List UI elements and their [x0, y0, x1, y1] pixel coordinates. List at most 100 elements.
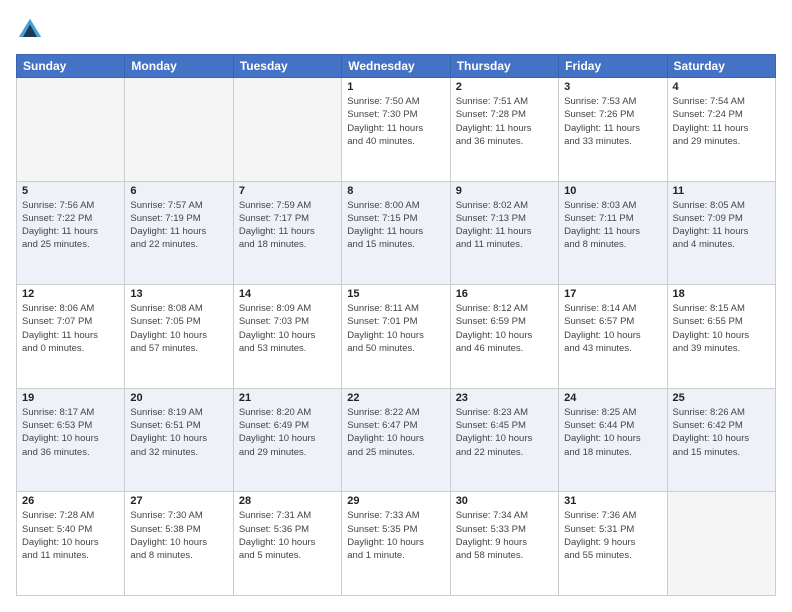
day-number: 6 — [130, 185, 227, 197]
day-info: Sunrise: 8:26 AM Sunset: 6:42 PM Dayligh… — [673, 406, 770, 459]
day-number: 10 — [564, 185, 661, 197]
header — [16, 16, 776, 44]
day-number: 12 — [22, 288, 119, 300]
day-info: Sunrise: 8:15 AM Sunset: 6:55 PM Dayligh… — [673, 302, 770, 355]
calendar-week-row: 12 Sunrise: 8:06 AM Sunset: 7:07 PM Dayli… — [17, 285, 776, 389]
day-info: Sunrise: 7:51 AM Sunset: 7:28 PM Dayligh… — [456, 95, 553, 148]
day-info: Sunrise: 7:30 AM Sunset: 5:38 PM Dayligh… — [130, 509, 227, 562]
day-number: 3 — [564, 81, 661, 93]
page: SundayMondayTuesdayWednesdayThursdayFrid… — [0, 0, 792, 612]
weekday-header-row: SundayMondayTuesdayWednesdayThursdayFrid… — [17, 55, 776, 78]
day-info: Sunrise: 7:59 AM Sunset: 7:17 PM Dayligh… — [239, 199, 336, 252]
calendar-week-row: 5 Sunrise: 7:56 AM Sunset: 7:22 PM Daylig… — [17, 181, 776, 285]
day-number: 24 — [564, 392, 661, 404]
calendar-cell: 25 Sunrise: 8:26 AM Sunset: 6:42 PM Dayli… — [667, 388, 775, 492]
calendar-cell: 17 Sunrise: 8:14 AM Sunset: 6:57 PM Dayli… — [559, 285, 667, 389]
day-number: 8 — [347, 185, 444, 197]
calendar-cell: 31 Sunrise: 7:36 AM Sunset: 5:31 PM Dayli… — [559, 492, 667, 596]
calendar-cell: 22 Sunrise: 8:22 AM Sunset: 6:47 PM Dayli… — [342, 388, 450, 492]
day-info: Sunrise: 7:36 AM Sunset: 5:31 PM Dayligh… — [564, 509, 661, 562]
day-number: 1 — [347, 81, 444, 93]
day-info: Sunrise: 8:12 AM Sunset: 6:59 PM Dayligh… — [456, 302, 553, 355]
calendar-cell: 28 Sunrise: 7:31 AM Sunset: 5:36 PM Dayli… — [233, 492, 341, 596]
day-info: Sunrise: 8:00 AM Sunset: 7:15 PM Dayligh… — [347, 199, 444, 252]
calendar-cell: 27 Sunrise: 7:30 AM Sunset: 5:38 PM Dayli… — [125, 492, 233, 596]
day-info: Sunrise: 8:20 AM Sunset: 6:49 PM Dayligh… — [239, 406, 336, 459]
day-number: 16 — [456, 288, 553, 300]
day-number: 15 — [347, 288, 444, 300]
day-info: Sunrise: 8:11 AM Sunset: 7:01 PM Dayligh… — [347, 302, 444, 355]
day-number: 25 — [673, 392, 770, 404]
calendar-cell: 19 Sunrise: 8:17 AM Sunset: 6:53 PM Dayli… — [17, 388, 125, 492]
weekday-header-saturday: Saturday — [667, 55, 775, 78]
calendar-cell: 7 Sunrise: 7:59 AM Sunset: 7:17 PM Daylig… — [233, 181, 341, 285]
day-info: Sunrise: 7:31 AM Sunset: 5:36 PM Dayligh… — [239, 509, 336, 562]
calendar-week-row: 26Sunrise: 7:28 AM Sunset: 5:40 PM Dayli… — [17, 492, 776, 596]
day-number: 27 — [130, 495, 227, 507]
calendar-cell: 26Sunrise: 7:28 AM Sunset: 5:40 PM Dayli… — [17, 492, 125, 596]
day-number: 9 — [456, 185, 553, 197]
weekday-header-tuesday: Tuesday — [233, 55, 341, 78]
day-info: Sunrise: 8:08 AM Sunset: 7:05 PM Dayligh… — [130, 302, 227, 355]
day-number: 26 — [22, 495, 119, 507]
logo — [16, 16, 48, 44]
calendar-week-row: 1 Sunrise: 7:50 AM Sunset: 7:30 PM Daylig… — [17, 78, 776, 182]
day-number: 31 — [564, 495, 661, 507]
day-number: 21 — [239, 392, 336, 404]
day-number: 5 — [22, 185, 119, 197]
day-number: 23 — [456, 392, 553, 404]
weekday-header-wednesday: Wednesday — [342, 55, 450, 78]
day-number: 14 — [239, 288, 336, 300]
day-number: 17 — [564, 288, 661, 300]
day-number: 30 — [456, 495, 553, 507]
day-number: 18 — [673, 288, 770, 300]
calendar-cell: 8 Sunrise: 8:00 AM Sunset: 7:15 PM Daylig… — [342, 181, 450, 285]
calendar-cell: 3 Sunrise: 7:53 AM Sunset: 7:26 PM Daylig… — [559, 78, 667, 182]
day-number: 29 — [347, 495, 444, 507]
calendar-cell: 12 Sunrise: 8:06 AM Sunset: 7:07 PM Dayli… — [17, 285, 125, 389]
weekday-header-friday: Friday — [559, 55, 667, 78]
logo-icon — [16, 16, 44, 44]
day-info: Sunrise: 8:02 AM Sunset: 7:13 PM Dayligh… — [456, 199, 553, 252]
day-number: 28 — [239, 495, 336, 507]
calendar-cell — [667, 492, 775, 596]
weekday-header-thursday: Thursday — [450, 55, 558, 78]
calendar-cell: 1 Sunrise: 7:50 AM Sunset: 7:30 PM Daylig… — [342, 78, 450, 182]
day-info: Sunrise: 7:54 AM Sunset: 7:24 PM Dayligh… — [673, 95, 770, 148]
weekday-header-monday: Monday — [125, 55, 233, 78]
day-number: 22 — [347, 392, 444, 404]
calendar-cell: 5 Sunrise: 7:56 AM Sunset: 7:22 PM Daylig… — [17, 181, 125, 285]
day-info: Sunrise: 7:50 AM Sunset: 7:30 PM Dayligh… — [347, 95, 444, 148]
day-number: 11 — [673, 185, 770, 197]
day-info: Sunrise: 8:06 AM Sunset: 7:07 PM Dayligh… — [22, 302, 119, 355]
calendar-cell: 21 Sunrise: 8:20 AM Sunset: 6:49 PM Dayli… — [233, 388, 341, 492]
day-info: Sunrise: 8:03 AM Sunset: 7:11 PM Dayligh… — [564, 199, 661, 252]
day-info: Sunrise: 7:34 AM Sunset: 5:33 PM Dayligh… — [456, 509, 553, 562]
day-info: Sunrise: 8:22 AM Sunset: 6:47 PM Dayligh… — [347, 406, 444, 459]
calendar-cell: 6Sunrise: 7:57 AM Sunset: 7:19 PM Daylig… — [125, 181, 233, 285]
calendar-table: SundayMondayTuesdayWednesdayThursdayFrid… — [16, 54, 776, 596]
day-info: Sunrise: 7:33 AM Sunset: 5:35 PM Dayligh… — [347, 509, 444, 562]
day-info: Sunrise: 8:14 AM Sunset: 6:57 PM Dayligh… — [564, 302, 661, 355]
calendar-cell: 30 Sunrise: 7:34 AM Sunset: 5:33 PM Dayli… — [450, 492, 558, 596]
day-number: 19 — [22, 392, 119, 404]
day-info: Sunrise: 7:53 AM Sunset: 7:26 PM Dayligh… — [564, 95, 661, 148]
calendar-cell: 15 Sunrise: 8:11 AM Sunset: 7:01 PM Dayli… — [342, 285, 450, 389]
calendar-cell — [125, 78, 233, 182]
day-info: Sunrise: 8:17 AM Sunset: 6:53 PM Dayligh… — [22, 406, 119, 459]
calendar-cell: 13Sunrise: 8:08 AM Sunset: 7:05 PM Dayli… — [125, 285, 233, 389]
day-number: 4 — [673, 81, 770, 93]
calendar-week-row: 19 Sunrise: 8:17 AM Sunset: 6:53 PM Dayli… — [17, 388, 776, 492]
day-info: Sunrise: 7:56 AM Sunset: 7:22 PM Dayligh… — [22, 199, 119, 252]
day-info: Sunrise: 8:05 AM Sunset: 7:09 PM Dayligh… — [673, 199, 770, 252]
calendar-cell: 20Sunrise: 8:19 AM Sunset: 6:51 PM Dayli… — [125, 388, 233, 492]
weekday-header-sunday: Sunday — [17, 55, 125, 78]
calendar-cell: 11 Sunrise: 8:05 AM Sunset: 7:09 PM Dayli… — [667, 181, 775, 285]
calendar-cell: 9 Sunrise: 8:02 AM Sunset: 7:13 PM Daylig… — [450, 181, 558, 285]
day-info: Sunrise: 8:19 AM Sunset: 6:51 PM Dayligh… — [130, 406, 227, 459]
day-number: 7 — [239, 185, 336, 197]
calendar-cell — [233, 78, 341, 182]
calendar-cell: 16 Sunrise: 8:12 AM Sunset: 6:59 PM Dayli… — [450, 285, 558, 389]
day-info: Sunrise: 8:23 AM Sunset: 6:45 PM Dayligh… — [456, 406, 553, 459]
calendar-cell: 14Sunrise: 8:09 AM Sunset: 7:03 PM Dayli… — [233, 285, 341, 389]
